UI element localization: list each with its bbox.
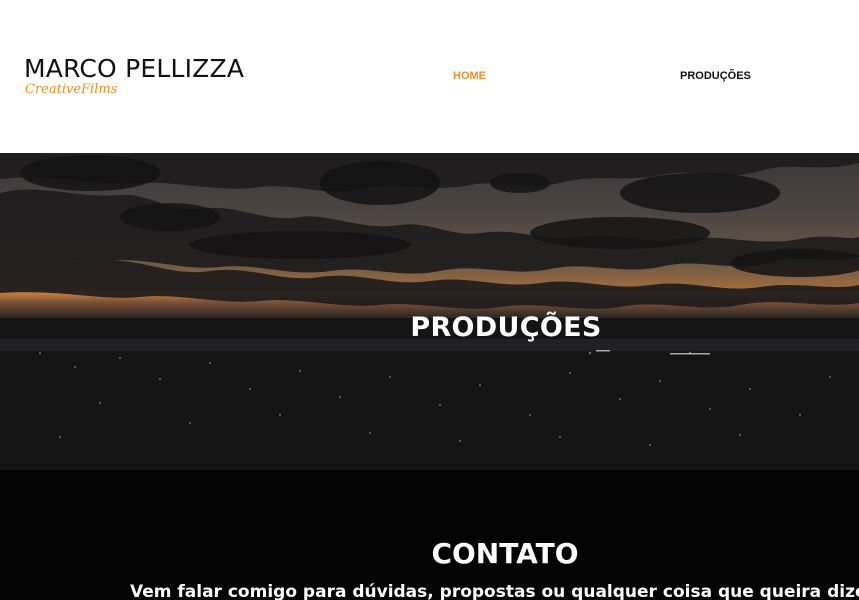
logo-title: MARCO PELLIZZA	[24, 54, 245, 83]
contact-description: Vem falar comigo para dúvidas, propostas…	[130, 582, 859, 600]
contact-section: CONTATO Vem falar comigo para dúvidas, p…	[0, 470, 859, 600]
site-logo[interactable]: MARCO PELLIZZA CreativeFilms	[24, 54, 244, 97]
hero-title: PRODUÇÕES	[410, 312, 602, 344]
logo-subtitle: CreativeFilms	[25, 82, 118, 97]
nav-item-producoes[interactable]: PRODUÇÕES	[680, 69, 751, 83]
page: MARCO PELLIZZA CreativeFilms HOME PRODUÇ…	[0, 0, 859, 600]
hero-banner: PRODUÇÕES	[0, 153, 859, 470]
contact-title: CONTATO	[431, 537, 579, 571]
site-header: MARCO PELLIZZA CreativeFilms HOME PRODUÇ…	[0, 0, 859, 153]
nav-item-home[interactable]: HOME	[453, 69, 486, 83]
